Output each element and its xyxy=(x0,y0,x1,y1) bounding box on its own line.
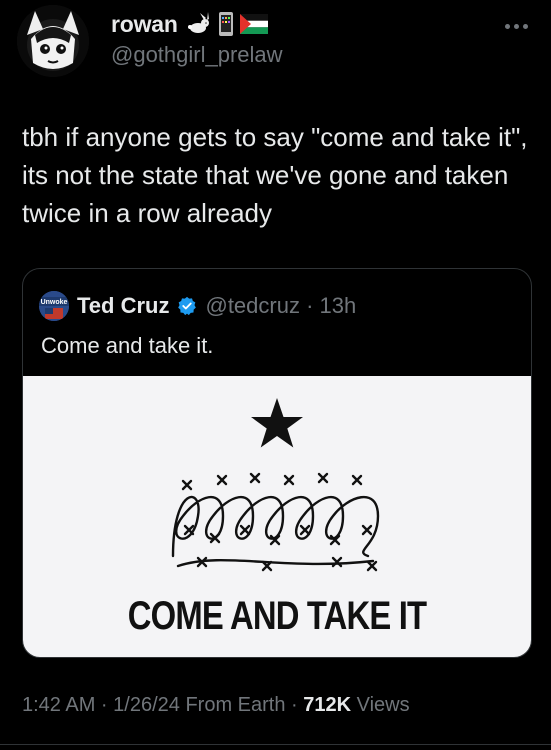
quoted-avatar-label: Unwoke xyxy=(41,299,68,306)
quoted-tweet-text: Come and take it. xyxy=(41,333,214,358)
quoted-tweet-header: Unwoke Ted Cruz @tedcruz · 13h xyxy=(39,291,356,321)
star-icon xyxy=(251,398,303,448)
avatar-illustration xyxy=(17,5,89,77)
image-caption: COME AND TAKE IT xyxy=(127,594,427,638)
author-name-row: rowan xyxy=(111,7,268,41)
quoted-author-name[interactable]: Ted Cruz xyxy=(77,293,169,319)
tweet-timestamp[interactable]: 1:42 AM · 1/26/24 From Earth · xyxy=(22,694,303,716)
quoted-tweet-image[interactable]: COME AND TAKE IT xyxy=(23,376,531,657)
quoted-tweet-card[interactable]: Unwoke Ted Cruz @tedcruz · 13h Come and … xyxy=(22,268,532,658)
barbed-wire-icon xyxy=(171,472,380,572)
more-options-icon[interactable] xyxy=(503,22,529,30)
author-name[interactable]: rowan xyxy=(111,11,178,38)
quoted-handle-time: @tedcruz · 13h xyxy=(205,293,357,318)
divider xyxy=(0,744,551,745)
tweet-meta: 1:42 AM · 1/26/24 From Earth · 712K View… xyxy=(22,694,410,717)
rabbit-icon xyxy=(184,12,212,36)
views-count: 712K xyxy=(303,694,352,716)
author-handle[interactable]: @gothgirl_prelaw xyxy=(111,42,283,68)
verified-icon xyxy=(177,296,197,316)
views-label: Views xyxy=(351,694,410,716)
avatar[interactable] xyxy=(17,5,89,77)
quoted-avatar[interactable]: Unwoke xyxy=(39,291,69,321)
tweet-text: tbh if anyone gets to say "come and take… xyxy=(22,122,528,228)
phone-icon xyxy=(218,11,234,37)
flag-icon xyxy=(239,14,268,34)
